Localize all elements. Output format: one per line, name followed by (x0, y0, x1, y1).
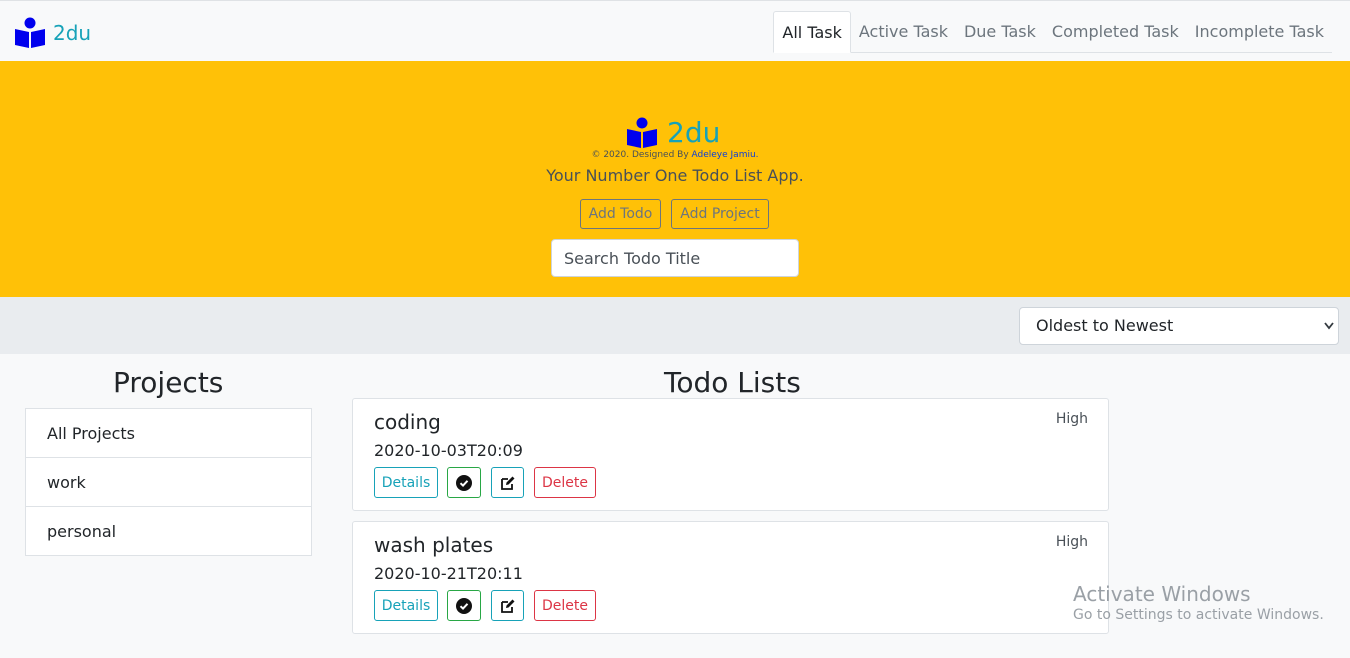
add-todo-button[interactable]: Add Todo (580, 199, 661, 229)
edit-button[interactable] (491, 467, 524, 498)
tab-all-task[interactable]: All Task (773, 11, 851, 53)
todo-lists-heading: Todo Lists (664, 366, 801, 399)
book-reader-icon (627, 117, 657, 148)
todo-priority: High (1055, 534, 1088, 550)
tab-incomplete-task[interactable]: Incomplete Task (1187, 11, 1332, 52)
todo-date: 2020-10-21T20:11 (374, 564, 523, 583)
project-item-all[interactable]: All Projects (25, 408, 312, 458)
book-reader-icon (15, 17, 45, 48)
tagline: Your Number One Todo List App. (546, 166, 804, 185)
todo-date: 2020-10-03T20:09 (374, 441, 523, 460)
sort-selected-value: Oldest to Newest (1036, 316, 1174, 335)
check-circle-icon (456, 597, 472, 614)
project-item-personal[interactable]: personal (25, 506, 312, 556)
navbar-brand[interactable]: 2du (14, 17, 91, 48)
todo-title: coding (374, 410, 441, 434)
tab-active-task[interactable]: Active Task (851, 11, 956, 52)
todo-card: coding 2020-10-03T20:09 High Details Del… (352, 398, 1109, 511)
todo-card: wash plates 2020-10-21T20:11 High Detail… (352, 521, 1109, 634)
copyright-text: © 2020. Designed By Adeleye Jamiu. (0, 150, 1350, 160)
hero-brand-name: 2du (667, 115, 721, 149)
project-item-work[interactable]: work (25, 457, 312, 507)
author-link[interactable]: Adeleye Jamiu. (692, 150, 759, 160)
tab-due-task[interactable]: Due Task (956, 11, 1044, 52)
check-circle-icon (456, 474, 472, 491)
search-todo-input[interactable] (551, 239, 799, 277)
todo-priority: High (1055, 411, 1088, 427)
todo-title: wash plates (374, 533, 494, 557)
edit-icon (500, 476, 514, 490)
delete-button[interactable]: Delete (534, 590, 596, 621)
details-button[interactable]: Details (374, 467, 438, 498)
brand-name: 2du (53, 20, 92, 45)
complete-button[interactable] (447, 467, 481, 498)
complete-button[interactable] (447, 590, 481, 621)
hero-brand: 2du (626, 117, 720, 148)
task-filter-tabs: All Task Active Task Due Task Completed … (773, 11, 1332, 53)
sort-order-select[interactable]: Oldest to Newest (1019, 307, 1339, 345)
sort-bar: Oldest to Newest (0, 297, 1350, 354)
edit-button[interactable] (491, 590, 524, 621)
projects-heading: Projects (113, 366, 224, 399)
chevron-down-icon (1324, 308, 1334, 358)
copyright-prefix: © 2020. Designed By (591, 150, 692, 160)
add-project-button[interactable]: Add Project (671, 199, 769, 229)
activate-windows-title: Activate Windows (1073, 582, 1251, 606)
projects-list: All Projects work personal (25, 408, 312, 556)
edit-icon (500, 599, 514, 613)
activate-windows-subtitle: Go to Settings to activate Windows. (1073, 607, 1324, 623)
top-navbar: 2du All Task Active Task Due Task Comple… (0, 0, 1350, 61)
tab-completed-task[interactable]: Completed Task (1044, 11, 1187, 52)
details-button[interactable]: Details (374, 590, 438, 621)
delete-button[interactable]: Delete (534, 467, 596, 498)
hero-banner: 2du © 2020. Designed By Adeleye Jamiu. Y… (0, 61, 1350, 297)
